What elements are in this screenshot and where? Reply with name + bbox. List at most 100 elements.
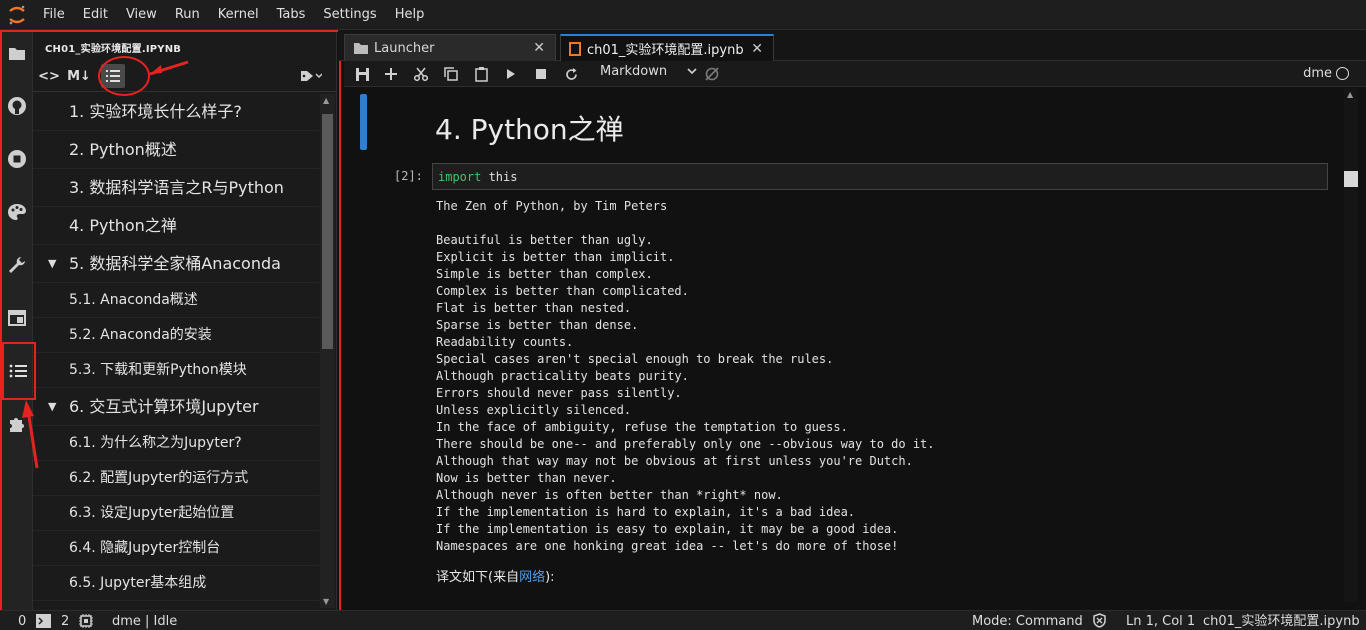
output-line: Although practicality beats purity. <box>436 369 689 383</box>
toc-item[interactable]: 6.5. Jupyter基本组成 <box>33 566 319 601</box>
menu-tabs[interactable]: Tabs <box>268 0 315 30</box>
cursor-position[interactable]: Ln 1, Col 1 <box>1126 613 1195 630</box>
toc-item[interactable]: 2. Python概述 <box>33 131 319 169</box>
terminal-icon <box>36 614 51 630</box>
tag-filter-button[interactable] <box>297 64 325 88</box>
output-line: Errors should never pass silently. <box>436 386 682 400</box>
tab-label: ch01_实验环境配置.ipynb <box>587 43 744 58</box>
stop-circle-icon[interactable] <box>0 139 33 179</box>
toc-item[interactable]: 1. 实验环境长什么样子? <box>33 93 319 131</box>
chevron-down-icon <box>687 68 697 75</box>
toggle-markdown-button[interactable]: M↓ <box>67 64 91 88</box>
toc-scrollbar-thumb[interactable] <box>322 114 333 349</box>
toc-item-label: 5.2. Anaconda的安装 <box>69 327 212 343</box>
close-icon[interactable]: ✕ <box>751 41 763 57</box>
mode-indicator: Mode: Command <box>972 614 1083 629</box>
caret-down-icon[interactable]: ▼ <box>48 388 56 426</box>
toc-item-label: 5.3. 下载和更新Python模块 <box>69 362 247 378</box>
menu-run[interactable]: Run <box>166 0 209 30</box>
plus-icon <box>385 68 397 80</box>
toc-item[interactable]: 5.2. Anaconda的安装 <box>33 318 319 353</box>
scroll-down-icon[interactable]: ▼ <box>323 597 329 606</box>
toc-item-label: 6.5. Jupyter基本组成 <box>69 575 207 591</box>
folder-icon[interactable] <box>0 33 33 73</box>
menu-kernel[interactable]: Kernel <box>209 0 268 30</box>
copy-button[interactable] <box>441 65 461 83</box>
close-icon[interactable]: ✕ <box>533 40 545 56</box>
toc-item[interactable]: 5.1. Anaconda概述 <box>33 283 319 318</box>
menu-view[interactable]: View <box>117 0 166 30</box>
paste-icon <box>474 66 488 82</box>
menu-settings[interactable]: Settings <box>314 0 385 30</box>
refresh-icon <box>565 67 577 80</box>
github-icon[interactable] <box>0 86 33 126</box>
output-line: If the implementation is hard to explain… <box>436 505 856 519</box>
output-line: Readability counts. <box>436 335 574 349</box>
toc-item[interactable]: 6.4. 隐藏Jupyter控制台 <box>33 531 319 566</box>
toc-item[interactable]: 6.3. 设定Jupyter起始位置 <box>33 496 319 531</box>
scroll-up-icon[interactable]: ▲ <box>1347 90 1353 99</box>
shield-icon[interactable] <box>1092 613 1107 630</box>
kernel-count[interactable]: 2 <box>61 613 69 630</box>
tab-notebook[interactable]: ch01_实验环境配置.ipynb ✕ <box>560 34 774 61</box>
save-button[interactable] <box>352 65 372 83</box>
cut-button[interactable] <box>411 65 431 83</box>
toc-scrollbar[interactable]: ▲ ▼ <box>320 94 335 608</box>
stop-icon <box>536 69 546 79</box>
notebook-scrollbar-thumb[interactable] <box>1344 171 1358 187</box>
toc-item-label: 4. Python之禅 <box>69 216 177 235</box>
toc-item-label: 6.2. 配置Jupyter的运行方式 <box>69 470 249 486</box>
toc-item[interactable]: ▼ 6. 交互式计算环境Jupyter <box>33 388 319 426</box>
menu-file[interactable]: File <box>34 0 74 30</box>
toc-item[interactable]: 3. 数据科学语言之R与Python <box>33 169 319 207</box>
toggle-code-button[interactable]: <> <box>38 64 60 88</box>
kernel-name[interactable]: dme <box>1303 66 1332 81</box>
annotation-arrow-icon <box>149 60 189 76</box>
output-line: Now is better than never. <box>436 471 617 485</box>
paste-button[interactable] <box>471 65 491 83</box>
toc-panel: CH01_实验环境配置.IPYNB <> M↓ 1. 实验环境长什么样子? 2.… <box>33 30 337 610</box>
tab-icon[interactable] <box>0 298 33 338</box>
palette-icon[interactable] <box>0 192 33 232</box>
execution-prompt: [2]: <box>394 169 423 183</box>
add-cell-button[interactable] <box>381 65 401 83</box>
code-cell-input[interactable]: import this <box>432 163 1328 190</box>
tab-launcher[interactable]: Launcher ✕ <box>344 34 556 61</box>
toc-list: 1. 实验环境长什么样子? 2. Python概述 3. 数据科学语言之R与Py… <box>33 93 319 603</box>
run-button[interactable] <box>501 65 521 83</box>
toc-item-label: 6.3. 设定Jupyter起始位置 <box>69 505 235 521</box>
kernel-status[interactable]: dme | Idle <box>112 613 177 630</box>
cell-type-select[interactable]: Markdown <box>600 64 697 79</box>
wrench-icon[interactable] <box>0 245 33 285</box>
markdown-paragraph[interactable]: 译文如下(来自网络): <box>436 566 555 585</box>
menu-edit[interactable]: Edit <box>74 0 117 30</box>
restart-button[interactable] <box>561 65 581 83</box>
source-link[interactable]: 网络 <box>519 570 545 585</box>
scroll-up-icon[interactable]: ▲ <box>323 96 329 105</box>
markdown-heading[interactable]: 4. Python之禅 <box>435 108 624 148</box>
activity-bar <box>0 30 33 610</box>
menu-help[interactable]: Help <box>386 0 434 30</box>
interrupt-button[interactable] <box>531 65 551 83</box>
toc-item-label: 6.1. 为什么称之为Jupyter? <box>69 435 242 451</box>
toc-item-label: 3. 数据科学语言之R与Python <box>69 178 284 197</box>
output-line: Flat is better than nested. <box>436 301 632 315</box>
toc-item[interactable]: 6.1. 为什么称之为Jupyter? <box>33 426 319 461</box>
code-keyword: import <box>438 170 482 184</box>
notebook-scrollbar[interactable]: ▲ <box>1344 88 1358 602</box>
folder-icon <box>354 43 368 54</box>
toc-item[interactable]: 4. Python之禅 <box>33 207 319 245</box>
git-sync-button[interactable] <box>702 65 722 83</box>
toc-item[interactable]: 6.2. 配置Jupyter的运行方式 <box>33 461 319 496</box>
caret-down-icon[interactable]: ▼ <box>48 245 56 283</box>
terminal-count[interactable]: 0 <box>18 613 26 630</box>
toc-item-label: 5.1. Anaconda概述 <box>69 292 198 308</box>
toc-icon[interactable] <box>0 351 33 391</box>
toc-item[interactable]: 5.3. 下载和更新Python模块 <box>33 353 319 388</box>
tag-icon <box>301 71 322 81</box>
toc-item-label: 6. 交互式计算环境Jupyter <box>69 397 259 416</box>
numbered-list-button[interactable] <box>101 64 125 88</box>
toc-item[interactable]: ▼ 5. 数据科学全家桶Anaconda <box>33 245 319 283</box>
code-text: this <box>481 170 518 184</box>
